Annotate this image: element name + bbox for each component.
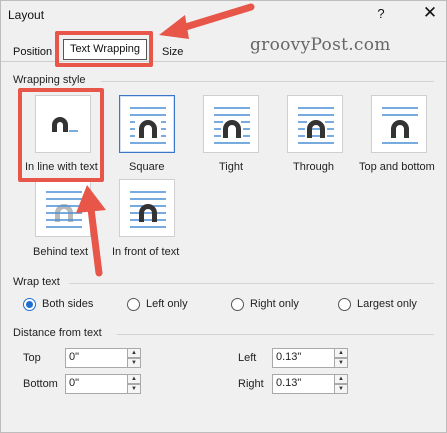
bottom-spin-buttons: ▲ ▼ bbox=[127, 374, 141, 394]
layout-dialog: Layout ? ✕ Position Text Wrapping Size g… bbox=[0, 0, 447, 433]
bottom-spinbox[interactable]: ▲ ▼ bbox=[65, 374, 141, 394]
left-input[interactable] bbox=[276, 351, 326, 363]
spin-down-icon[interactable]: ▼ bbox=[127, 384, 141, 394]
left-spin-buttons: ▲ ▼ bbox=[334, 348, 348, 368]
distance-heading: Distance from text bbox=[13, 327, 102, 339]
right-spinbox[interactable]: ▲ ▼ bbox=[272, 374, 348, 394]
spin-up-icon[interactable]: ▲ bbox=[127, 348, 141, 358]
top-label: Top bbox=[23, 352, 41, 364]
tab-position[interactable]: Position bbox=[13, 42, 52, 62]
window-title: Layout bbox=[8, 8, 45, 22]
spin-down-icon[interactable]: ▼ bbox=[334, 384, 348, 394]
radio-indicator[interactable] bbox=[23, 298, 36, 311]
tight-wrap-icon bbox=[214, 107, 250, 144]
annotation-arrow-icon bbox=[159, 3, 255, 39]
wrap-option-through-label: Through bbox=[293, 161, 334, 173]
top-spin-buttons: ▲ ▼ bbox=[127, 348, 141, 368]
left-spinbox[interactable]: ▲ ▼ bbox=[272, 348, 348, 368]
top-input[interactable] bbox=[69, 351, 119, 363]
radio-indicator[interactable] bbox=[127, 298, 140, 311]
radio-label: Both sides bbox=[42, 298, 94, 310]
radio-label: Left only bbox=[146, 298, 188, 310]
group-divider bbox=[117, 334, 434, 335]
through-wrap-icon bbox=[298, 107, 334, 144]
right-label: Right bbox=[238, 378, 264, 390]
wrap-option-top-bottom-label: Top and bottom bbox=[359, 161, 435, 173]
wrap-option-square-label: Square bbox=[129, 161, 165, 173]
bottom-input[interactable] bbox=[69, 377, 119, 389]
bottom-label: Bottom bbox=[23, 378, 58, 390]
right-spin-buttons: ▲ ▼ bbox=[334, 374, 348, 394]
spin-down-icon[interactable]: ▼ bbox=[127, 358, 141, 368]
spin-up-icon[interactable]: ▲ bbox=[334, 374, 348, 384]
square-wrap-icon bbox=[130, 107, 166, 144]
group-divider bbox=[69, 283, 434, 284]
top-bottom-wrap-icon bbox=[382, 107, 418, 144]
annotation-arrow-icon bbox=[76, 185, 106, 277]
close-button[interactable]: ✕ bbox=[419, 3, 441, 25]
wrap-option-tight[interactable] bbox=[203, 95, 259, 153]
right-input[interactable] bbox=[276, 377, 326, 389]
in-front-text-icon bbox=[130, 191, 166, 228]
wrap-option-square[interactable] bbox=[119, 95, 175, 153]
left-label: Left bbox=[238, 352, 257, 364]
wrap-option-top-bottom[interactable] bbox=[371, 95, 427, 153]
group-divider bbox=[101, 81, 434, 82]
spin-up-icon[interactable]: ▲ bbox=[127, 374, 141, 384]
radio-indicator[interactable] bbox=[231, 298, 244, 311]
watermark: groovyPost.com bbox=[250, 35, 391, 55]
wrap-option-in-front-label: In front of text bbox=[112, 246, 180, 258]
spin-down-icon[interactable]: ▼ bbox=[334, 358, 348, 368]
wrap-option-through[interactable] bbox=[287, 95, 343, 153]
wrap-option-in-front[interactable] bbox=[119, 179, 175, 237]
annotation-highlight-tab bbox=[55, 31, 153, 67]
wrap-option-tight-label: Tight bbox=[219, 161, 244, 173]
wrap-text-heading: Wrap text bbox=[13, 276, 60, 288]
help-button[interactable]: ? bbox=[373, 6, 389, 24]
radio-label: Right only bbox=[250, 298, 299, 310]
spin-up-icon[interactable]: ▲ bbox=[334, 348, 348, 358]
radio-indicator[interactable] bbox=[338, 298, 351, 311]
top-spinbox[interactable]: ▲ ▼ bbox=[65, 348, 141, 368]
radio-label: Largest only bbox=[357, 298, 417, 310]
annotation-highlight-inline bbox=[18, 88, 104, 182]
wrapping-style-heading: Wrapping style bbox=[13, 74, 86, 86]
